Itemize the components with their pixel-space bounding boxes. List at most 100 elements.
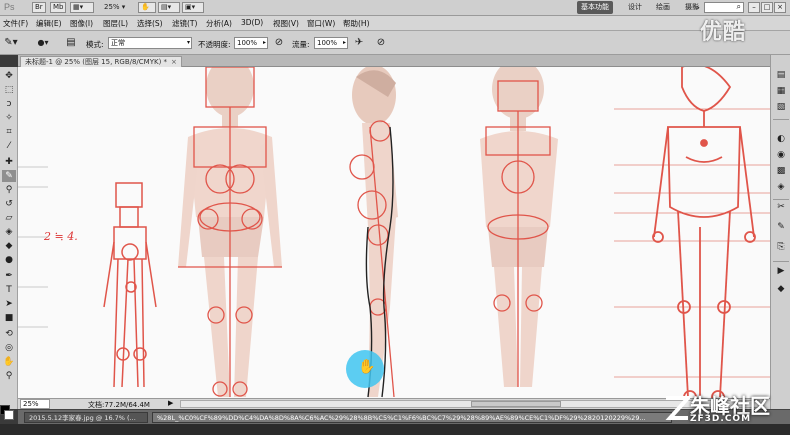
guide-lines	[614, 108, 770, 378]
swatches-icon[interactable]: ▩	[775, 165, 787, 177]
file-tab[interactable]: 2015.5.12李家春.jpg @ 16.7% (...	[24, 412, 148, 423]
menu-analysis[interactable]: 分析(A)	[206, 18, 232, 29]
healing-tool-icon[interactable]: ✚	[2, 156, 16, 168]
brush-preset-icon[interactable]: ✎▾	[4, 36, 18, 50]
menu-file[interactable]: 文件(F)	[3, 18, 28, 29]
shape-tool-icon[interactable]: ■	[2, 312, 16, 324]
small-sketch-ticks	[18, 166, 48, 328]
chevron-right-icon: ▸	[262, 39, 266, 46]
chevron-right-icon: ▸	[342, 39, 346, 46]
brush-panel-icon[interactable]: ▤	[64, 36, 78, 50]
hand-icon: ✋	[358, 359, 376, 375]
background-color-swatch[interactable]	[4, 410, 14, 420]
dock-separator	[773, 119, 789, 120]
history-brush-tool-icon[interactable]: ↺	[2, 198, 16, 210]
brush-icon[interactable]: ✎	[775, 221, 787, 233]
hand-tool-icon[interactable]: ✋	[2, 356, 16, 368]
dodge-tool-icon[interactable]: ●	[2, 254, 16, 266]
workspace-painting[interactable]: 绘画	[652, 1, 674, 14]
menu-image[interactable]: 图像(I)	[70, 18, 93, 29]
history-icon[interactable]: ◆	[775, 283, 787, 295]
actions-icon[interactable]: ▶	[775, 265, 787, 277]
menu-filter[interactable]: 滤镜(T)	[172, 18, 197, 29]
mini-bridge-button[interactable]: Mb	[50, 2, 67, 13]
type-tool-icon[interactable]: T	[2, 284, 16, 296]
path-select-tool-icon[interactable]: ➤	[2, 298, 16, 310]
file-tab-active[interactable]: %28L_%C0%CF%89%DD%C4%DA%8D%8A%C6%AC%29%2…	[152, 412, 672, 423]
document-tab[interactable]: 未标题-1 @ 25% (图层 15, RGB/8/CMYK) * ×	[20, 56, 182, 67]
mode-label: 模式:	[86, 40, 104, 49]
eraser-tool-icon[interactable]: ▱	[2, 212, 16, 224]
tools-icon[interactable]: ✂	[775, 201, 787, 213]
chevron-down-icon: ▾	[186, 39, 190, 46]
arrange-documents-button[interactable]: ▤▾	[158, 2, 180, 13]
photoshop-logo: Ps	[4, 2, 15, 12]
adjustments-icon[interactable]: ◐	[775, 133, 787, 145]
paths-icon[interactable]: ▧	[775, 101, 787, 113]
status-menu-arrow[interactable]: ▶	[168, 399, 173, 407]
bridge-button[interactable]: Br	[32, 2, 46, 13]
flow-input[interactable]: 100% ▸	[314, 37, 348, 49]
masks-icon[interactable]: ◉	[775, 149, 787, 161]
search-input[interactable]: ⌕	[704, 2, 744, 13]
brush-size-picker[interactable]: ●▾	[36, 36, 50, 50]
panel-dock: ▤ ▦ ▧ ◐ ◉ ▩ ◈ ✂ ✎ ⎘ ▶ ◆	[770, 55, 790, 409]
close-icon[interactable]: ×	[171, 58, 177, 66]
watermark-text-en: ZF3D.COM	[690, 414, 752, 424]
status-zoom-input[interactable]: 25%	[20, 399, 50, 409]
document-canvas[interactable]: 2 ≒ 4. ✋	[18, 67, 770, 398]
brush-tool-icon[interactable]: ✎	[2, 170, 16, 182]
document-title: 未标题-1 @ 25% (图层 15, RGB/8/CMYK) *	[25, 58, 168, 66]
hand-cursor: ✋	[346, 350, 384, 388]
quick-select-tool-icon[interactable]: ✧	[2, 112, 16, 124]
extras-menu-button[interactable]: ▦▾	[70, 2, 94, 13]
flow-label: 流量:	[292, 40, 310, 49]
channels-icon[interactable]: ▦	[775, 85, 787, 97]
menu-view[interactable]: 视图(V)	[273, 18, 299, 29]
screen-mode-button[interactable]: ▣▾	[182, 2, 204, 13]
styles-icon[interactable]: ◈	[775, 181, 787, 193]
figure-sketches	[18, 67, 770, 398]
maximize-button[interactable]: □	[761, 2, 773, 13]
crop-tool-icon[interactable]: ⌗	[2, 126, 16, 138]
menu-layer[interactable]: 图层(L)	[103, 18, 128, 29]
3d-rotate-tool-icon[interactable]: ⟲	[2, 328, 16, 340]
clone-stamp-tool-icon[interactable]: ⚲	[2, 184, 16, 196]
workspace-design[interactable]: 设计	[624, 1, 646, 14]
zf3d-logo-icon	[665, 396, 690, 420]
dock-separator	[773, 261, 789, 262]
opacity-input[interactable]: 100% ▸	[234, 37, 268, 49]
scroll-thumb[interactable]	[471, 401, 561, 407]
menu-bar: 文件(F) 编辑(E) 图像(I) 图层(L) 选择(S) 滤镜(T) 分析(A…	[0, 16, 790, 31]
menu-select[interactable]: 选择(S)	[137, 18, 163, 29]
hand-tool-button[interactable]: ✋	[138, 2, 156, 13]
eyedropper-tool-icon[interactable]: ⁄	[2, 140, 16, 152]
marquee-tool-icon[interactable]: ⬚	[2, 84, 16, 96]
zoom-level-select[interactable]: 25% ▾	[104, 2, 125, 13]
annotation-text: 2 ≒ 4.	[44, 230, 78, 243]
blend-mode-select[interactable]: 正常 ▾	[108, 37, 192, 49]
close-button[interactable]: ×	[774, 2, 786, 13]
airbrush-icon[interactable]: ✈	[352, 36, 366, 50]
opacity-value: 100%	[237, 39, 258, 47]
menu-window[interactable]: 窗口(W)	[307, 18, 335, 29]
menu-edit[interactable]: 编辑(E)	[36, 18, 62, 29]
paint-bucket-tool-icon[interactable]: ◈	[2, 226, 16, 238]
blur-tool-icon[interactable]: ◆	[2, 240, 16, 252]
tablet-pressure-opacity-icon[interactable]: ⊘	[272, 36, 286, 50]
menu-help[interactable]: 帮助(H)	[343, 18, 370, 29]
move-tool-icon[interactable]: ✥	[2, 70, 16, 82]
layers-icon[interactable]: ▤	[775, 69, 787, 81]
3d-orbit-tool-icon[interactable]: ◎	[2, 342, 16, 354]
minimize-button[interactable]: –	[748, 2, 760, 13]
clone-icon[interactable]: ⎘	[775, 241, 787, 253]
tablet-pressure-size-icon[interactable]: ⊘	[374, 36, 388, 50]
more-workspaces-icon[interactable]: »	[695, 1, 700, 14]
lasso-tool-icon[interactable]: ↄ	[2, 98, 16, 110]
small-red-sketch	[103, 182, 157, 388]
zoom-tool-icon[interactable]: ⚲	[2, 370, 16, 382]
red-line-figure	[652, 67, 756, 398]
pen-tool-icon[interactable]: ✒	[2, 270, 16, 282]
workspace-basic[interactable]: 基本功能	[577, 1, 613, 14]
menu-3d[interactable]: 3D(D)	[241, 18, 263, 27]
